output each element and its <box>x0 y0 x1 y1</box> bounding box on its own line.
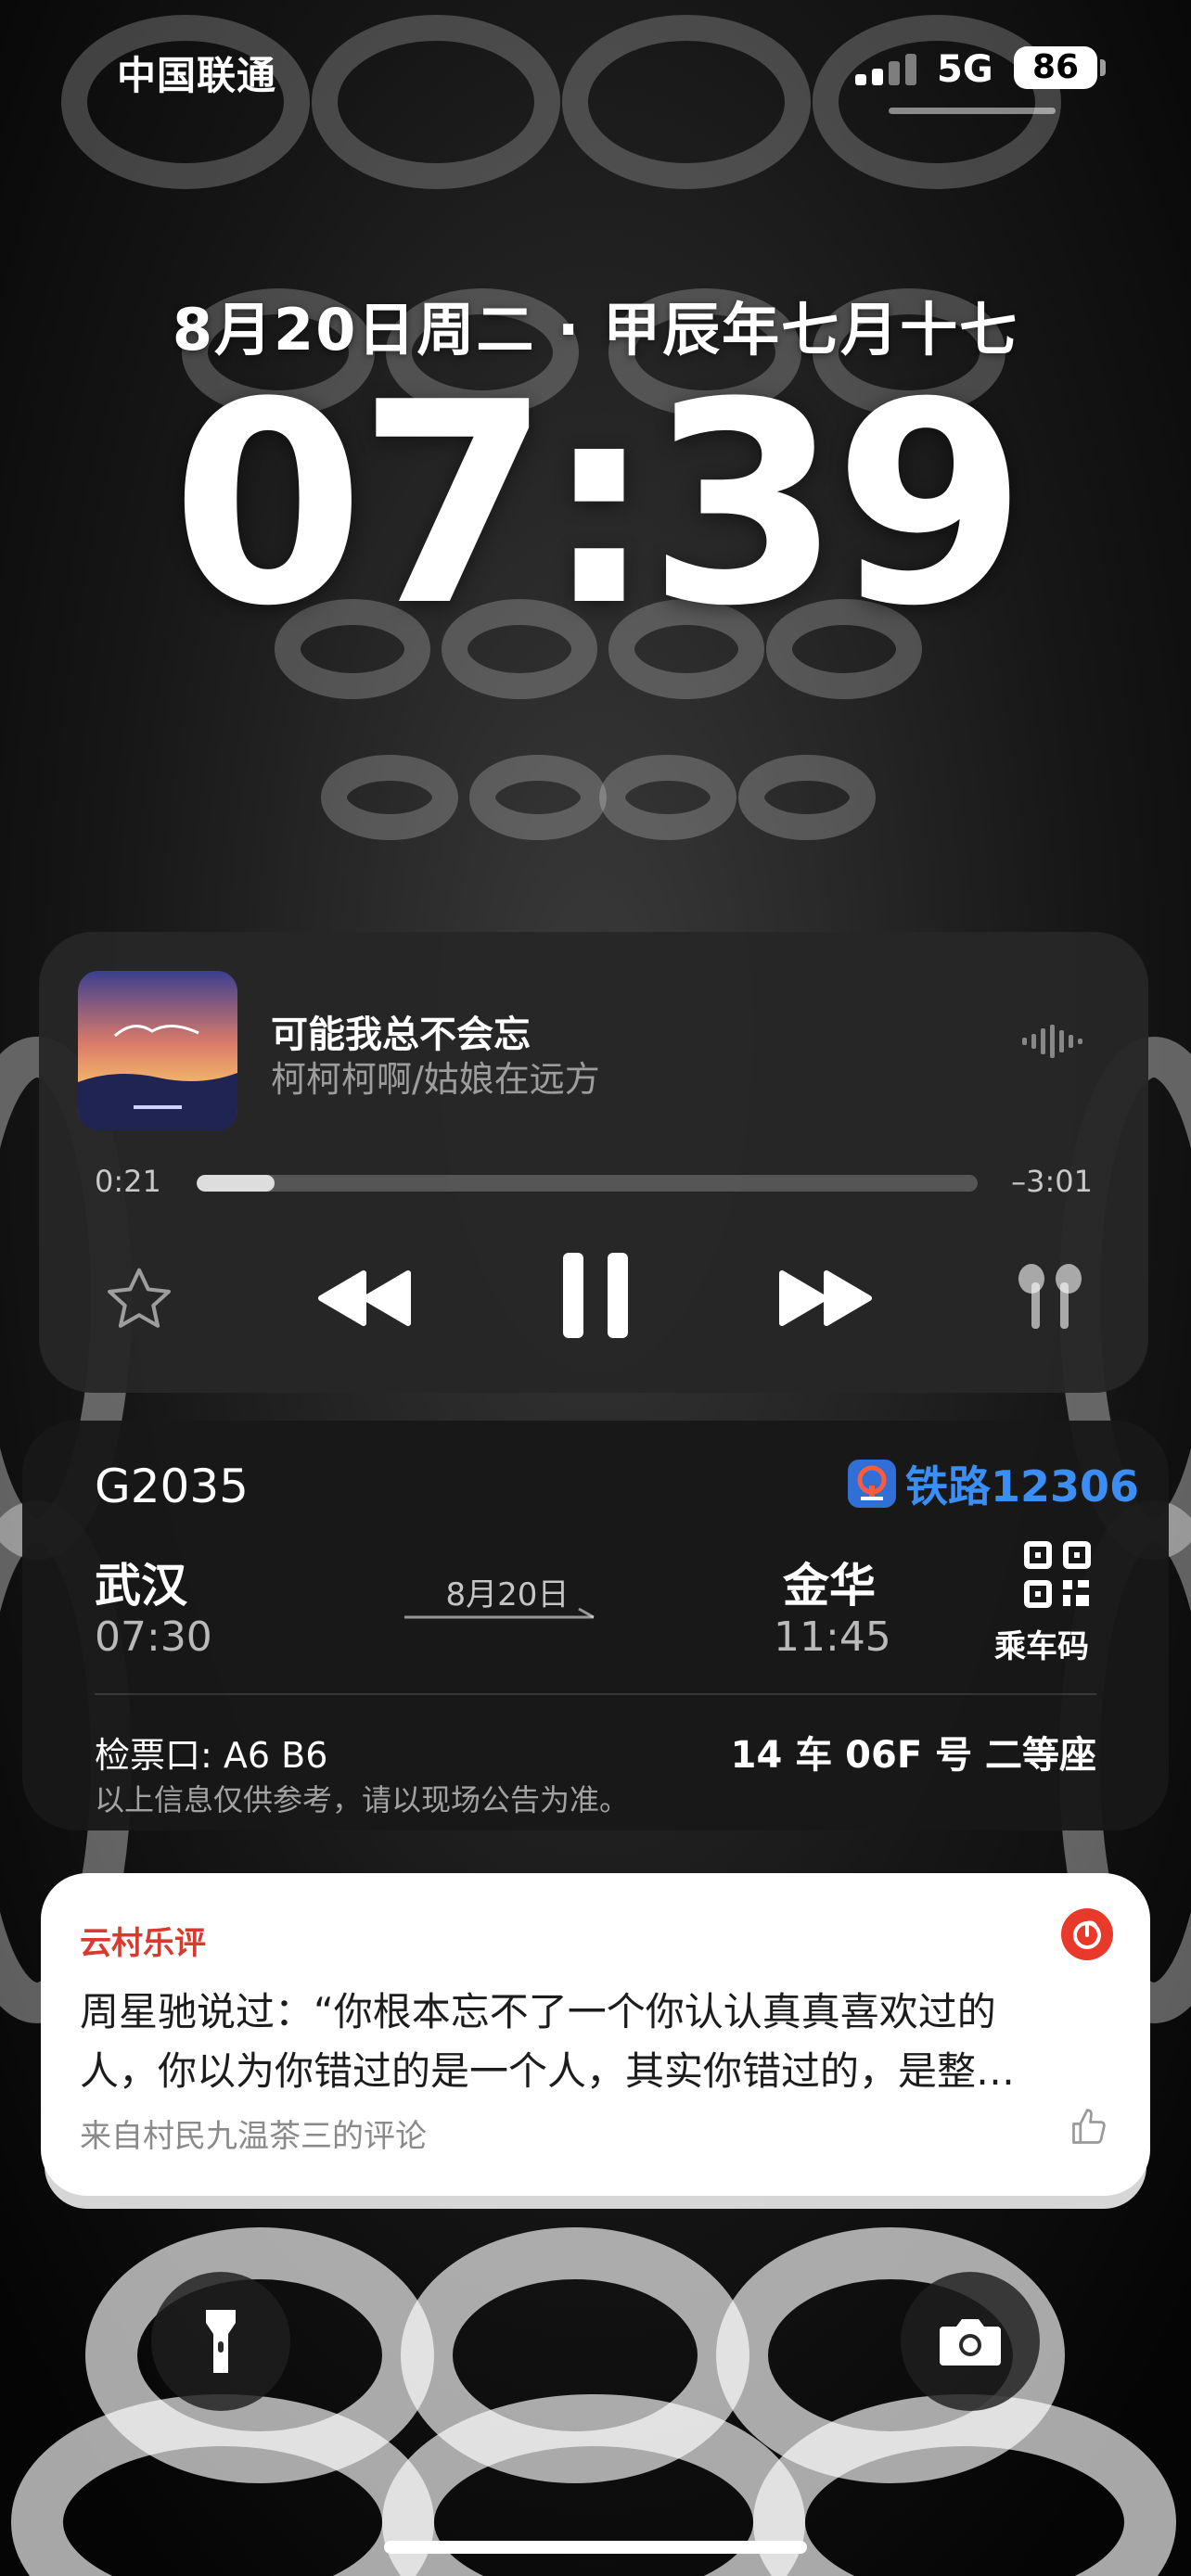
netease-music-icon <box>1061 1908 1113 1960</box>
rail-logo-icon <box>848 1460 896 1508</box>
notification-line-2: 人，你以为你错过的是一个人，其实你错过的，是整… <box>80 2048 1016 2094</box>
ticket-gate: 检票口: A6 B6 <box>95 1735 328 1776</box>
song-artist: 柯柯柯啊/姑娘在远方 <box>271 1059 600 1100</box>
departure-city: 武汉 <box>95 1559 187 1613</box>
album-art[interactable] <box>78 971 237 1130</box>
notification-message: 周星驰说过：“你根本忘不了一个你认认真真喜欢过的 人，你以为你错过的是一个人，其… <box>80 1983 1100 2101</box>
airpods-output-icon[interactable] <box>1013 1258 1087 1333</box>
arrival-time: 11:45 <box>774 1613 891 1661</box>
departure-time: 07:30 <box>95 1613 212 1661</box>
audio-waveform-icon[interactable] <box>1022 1025 1083 1058</box>
rail-12306-logo: 铁路12306 <box>848 1456 1139 1511</box>
boarding-code-label[interactable]: 乘车码 <box>994 1621 1089 1666</box>
seat-info: 14 车 06F 号 二等座 <box>730 1734 1096 1777</box>
favorite-star-icon[interactable] <box>104 1266 174 1333</box>
elapsed-time: 0:21 <box>95 1164 161 1199</box>
rail-provider-name: 铁路12306 <box>905 1461 1140 1511</box>
control-center-handle[interactable] <box>889 108 1056 114</box>
battery-icon: 86 <box>1014 46 1097 89</box>
pause-button[interactable] <box>561 1251 630 1340</box>
notification-source: 来自村民九温茶三的评论 <box>80 2118 427 2155</box>
battery-tip <box>1100 59 1106 76</box>
divider <box>95 1693 1096 1695</box>
flashlight-icon <box>206 2310 236 2373</box>
fast-forward-button[interactable] <box>776 1268 873 1329</box>
camera-icon <box>940 2319 1001 2366</box>
disclaimer: 以上信息仅供参考，请以现场公告为准。 <box>95 1782 630 1817</box>
qr-code-icon[interactable] <box>1024 1541 1091 1608</box>
thumbs-up-icon[interactable] <box>1069 2107 1109 2148</box>
carrier-name: 中国联通 <box>117 53 277 98</box>
lock-clock: 07:39 <box>171 343 1028 667</box>
notification-app-name: 云村乐评 <box>80 1925 206 1962</box>
home-indicator[interactable] <box>384 2541 807 2554</box>
flashlight-button[interactable] <box>151 2272 290 2411</box>
network-type: 5G <box>937 48 993 91</box>
status-bar: 中国联通 5G 86 <box>0 0 1191 130</box>
arrival-city: 金华 <box>783 1559 876 1613</box>
now-playing-widget[interactable]: 可能我总不会忘 柯柯柯啊/姑娘在远方 0:21 –3:01 <box>39 932 1148 1393</box>
train-ticket-widget[interactable]: G2035 铁路12306 武汉 07:30 8月20日 金华 11:45 乘车… <box>22 1421 1169 1830</box>
rewind-button[interactable] <box>317 1268 414 1329</box>
playback-progress <box>197 1175 275 1192</box>
notification-line-1: 周星驰说过：“你根本忘不了一个你认认真真喜欢过的 <box>80 1989 996 2034</box>
cellular-signal-icon <box>855 54 920 85</box>
notification-card[interactable]: 云村乐评 周星驰说过：“你根本忘不了一个你认认真真喜欢过的 人，你以为你错过的是… <box>41 1873 1150 2196</box>
camera-button[interactable] <box>901 2272 1040 2411</box>
route-arrow-icon <box>404 1607 595 1619</box>
train-number: G2035 <box>95 1460 249 1513</box>
remaining-time: –3:01 <box>1011 1164 1093 1199</box>
playback-scrubber[interactable] <box>197 1175 978 1192</box>
battery-level: 86 <box>1031 48 1080 86</box>
